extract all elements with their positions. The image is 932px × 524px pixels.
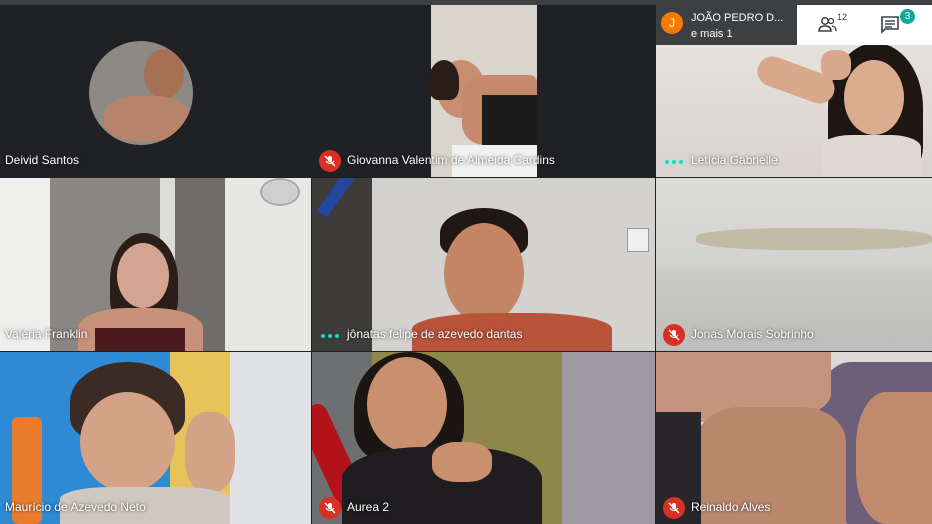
video-feed [656, 178, 932, 351]
participant-tile[interactable]: Maurício de Azevedo Neto [0, 352, 311, 524]
participant-name: Valéria Franklin [5, 327, 88, 341]
participant-name: Giovanna Valentim de Almeida Cardins [347, 153, 555, 167]
speaking-indicator [665, 160, 683, 164]
participant-tile[interactable]: Jonas Morais Sobrinho [656, 178, 932, 351]
participant-tile[interactable]: Reinaldo Alves [656, 352, 932, 524]
muted-icon [663, 324, 685, 346]
presenter-label[interactable]: J JOÃO PEDRO D... e mais 1 [656, 5, 797, 45]
participant-name: Reinaldo Alves [691, 500, 771, 514]
participant-tile[interactable]: Aurea 2 [312, 352, 655, 524]
presenter-name: JOÃO PEDRO D... [691, 12, 784, 24]
video-feed [656, 352, 932, 524]
video-grid: Deivid Santos Giovanna Valentim de Almei… [0, 5, 932, 524]
chat-badge: 3 [900, 9, 915, 24]
participant-name: jônatas felipe de azevedo dantas [347, 327, 523, 341]
muted-icon [319, 497, 341, 519]
people-button[interactable]: 12 [817, 12, 848, 37]
participant-name: Deivid Santos [5, 153, 80, 167]
muted-icon [663, 497, 685, 519]
people-icon [818, 17, 837, 32]
chat-button[interactable]: 3 [880, 9, 915, 37]
participant-tile[interactable]: Valéria Franklin [0, 178, 311, 351]
participant-tile[interactable]: Deivid Santos [0, 5, 311, 177]
video-feed [0, 5, 311, 177]
chat-icon [881, 16, 899, 34]
video-feed [312, 5, 655, 177]
muted-icon [319, 150, 341, 172]
participant-name: Jonas Morais Sobrinho [691, 327, 814, 341]
speaking-indicator [321, 334, 339, 338]
participant-name: Maurício de Azevedo Neto [5, 500, 146, 514]
participant-tile[interactable]: jônatas felipe de azevedo dantas [312, 178, 655, 351]
video-feed [312, 178, 655, 351]
participant-name: Letícia Gabrielle [691, 153, 778, 167]
avatar [89, 41, 193, 145]
participant-name: Aurea 2 [347, 500, 390, 514]
video-feed [0, 352, 311, 524]
people-count: 12 [837, 12, 848, 22]
participant-tile[interactable]: Giovanna Valentim de Almeida Cardins [312, 5, 655, 177]
video-feed [0, 178, 311, 351]
presenter-others: e mais 1 [691, 28, 733, 40]
video-feed [312, 352, 655, 524]
presenter-avatar: J [661, 12, 683, 34]
meeting-controls: 12 3 [797, 5, 932, 45]
